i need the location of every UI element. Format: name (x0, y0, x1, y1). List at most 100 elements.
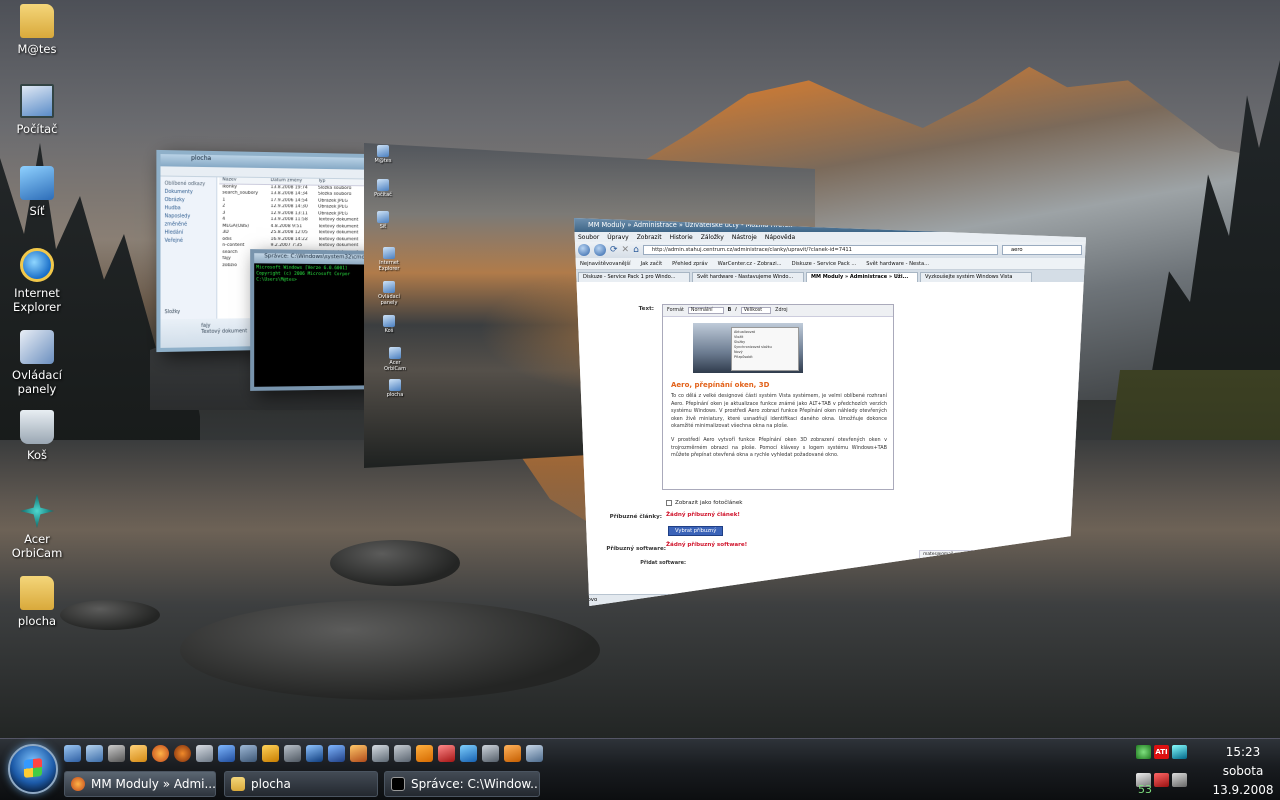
diamond-icon[interactable] (284, 745, 301, 762)
explorer-breadcrumb[interactable]: plocha (191, 155, 211, 162)
browser-tab[interactable]: Diskuze - Service Pack 1 pro Windo... (578, 272, 690, 282)
scissors-icon[interactable] (438, 745, 455, 762)
network-icon (20, 166, 54, 200)
menu-item-edit[interactable]: Úpravy (607, 234, 628, 241)
select-related-button[interactable]: Vybrat příbuzný (668, 526, 724, 536)
column-header-name[interactable]: Název (222, 177, 270, 183)
desktop-icon-control-panel[interactable]: Ovládací panely (6, 330, 68, 396)
rich-text-editor[interactable]: Formát Normální B I Velikost Zdroj Aktua… (662, 304, 894, 490)
bookmark-item[interactable]: Jak začít (641, 261, 663, 267)
settings-icon[interactable] (372, 745, 389, 762)
tools-icon[interactable] (262, 745, 279, 762)
browser-icon[interactable] (174, 745, 191, 762)
desktop-icon-plocha[interactable]: plocha (6, 576, 68, 628)
show-desktop-icon[interactable] (64, 745, 81, 762)
sidebar-item[interactable]: Hledání (165, 230, 213, 238)
bookmark-item[interactable]: Diskuze - Service Pack ... (792, 261, 857, 267)
pen-icon[interactable] (240, 745, 257, 762)
browser-tab[interactable]: Vyzkoušejte systém Windows Vista (920, 272, 1032, 282)
menu-item-tools[interactable]: Nástroje (732, 234, 757, 241)
volume-icon[interactable] (1172, 772, 1187, 787)
taskbar-button-firefox[interactable]: MM Moduly » Admi... (64, 771, 216, 797)
back-arrow-icon[interactable] (578, 244, 590, 256)
menu-item-bookmarks[interactable]: Záložky (701, 234, 724, 241)
folder-icon (389, 379, 401, 391)
preview-icon-label: Ovládací panely (378, 294, 400, 306)
sync-icon[interactable] (1172, 745, 1187, 759)
arrows-icon[interactable] (1154, 772, 1169, 787)
source-button[interactable]: Zdroj (775, 308, 787, 313)
menu-item-file[interactable]: Soubor (578, 234, 599, 241)
lightning-icon[interactable] (460, 745, 477, 762)
drive-icon[interactable] (108, 745, 125, 762)
size-select[interactable]: Velikost (740, 307, 772, 314)
photo-article-label: Zobrazit jako fotočlánek (675, 500, 743, 506)
preview-icon: Koš (372, 315, 406, 334)
desktop-icon-internet-explorer[interactable]: Internet Explorer (6, 248, 68, 314)
desktop-icon-label: Síť (29, 204, 45, 218)
mail-icon[interactable] (328, 745, 345, 762)
desktop-icon-orbicam[interactable]: Acer OrbiCam (6, 494, 68, 560)
browser-tab[interactable]: Svět hardware - Nastavujeme Windo... (692, 272, 804, 282)
bookmark-item[interactable]: Přehled zpráv (672, 261, 708, 267)
desktop-icon-computer[interactable]: Počítač (6, 84, 68, 136)
desktop-icon-label: Internet Explorer (13, 286, 61, 314)
ati-icon[interactable]: ATI (1154, 745, 1169, 759)
taskbar-button-cmd[interactable]: Správce: C:\Window... (384, 771, 540, 797)
gear-status-icon[interactable] (1136, 745, 1151, 759)
browser-tab-active[interactable]: MM Moduly » Administrace » Uži... (806, 272, 918, 282)
photo-article-checkbox[interactable] (666, 500, 672, 506)
start-button[interactable] (8, 744, 58, 794)
column-header-type[interactable]: Typ (318, 179, 365, 185)
editor-toolbar: Formát Normální B I Velikost Zdroj (663, 305, 893, 317)
bookmark-item[interactable]: Nejnavštěvovanější (580, 261, 631, 267)
vlc-icon[interactable] (416, 745, 433, 762)
format-label: Formát (667, 308, 684, 313)
desktop-icon-mates[interactable]: M@tes (6, 4, 68, 56)
column-header-date[interactable]: Datum změny (271, 178, 318, 184)
network-icon (377, 211, 389, 223)
hash-icon[interactable] (504, 745, 521, 762)
cube-icon[interactable] (394, 745, 411, 762)
desktop-icon-label: M@tes (17, 42, 57, 56)
menu-item-help[interactable]: Nápověda (765, 234, 795, 241)
menu-item-history[interactable]: Historie (670, 234, 693, 241)
cmd-console[interactable]: Microsoft Windows [Verze 6.0.6001] Copyri… (254, 263, 378, 286)
cmd-window[interactable]: Správce: C:\Windows\system32\cmd.exe Mic… (250, 249, 383, 391)
sidebar-item[interactable]: Naposledy změněné (165, 213, 213, 230)
bookmark-item[interactable]: Svět hardware - Nesta... (866, 261, 929, 267)
sidebar-folders[interactable]: Složky (165, 309, 181, 317)
stop-icon[interactable]: ✕ (622, 245, 630, 255)
menu-item-view[interactable]: Zobrazit (637, 234, 662, 241)
bookmark-item[interactable]: WarCenter.cz - Zobrazi... (718, 261, 782, 267)
related-software-value: Žádný příbuzný software! (666, 542, 748, 548)
internet-explorer-icon (20, 248, 54, 282)
clock[interactable]: 15:23 sobota 13.9.2008 (1210, 743, 1276, 800)
desktop-icon-recycle-bin[interactable]: Koš (6, 410, 68, 462)
reload-icon[interactable]: ⟳ (610, 245, 618, 255)
switch-windows-icon[interactable] (86, 745, 103, 762)
bold-icon[interactable]: B (728, 308, 732, 313)
firefox-icon[interactable] (152, 745, 169, 762)
taskbar-button-plocha[interactable]: plocha (224, 771, 378, 797)
italic-icon[interactable]: I (735, 308, 736, 313)
sidebar-item[interactable]: Veřejné (165, 238, 213, 246)
home-icon[interactable]: ⌂ (633, 245, 639, 255)
floppy-icon[interactable] (196, 745, 213, 762)
recycle-bin-icon (383, 315, 395, 327)
tool-icon[interactable] (218, 745, 235, 762)
gift-icon[interactable] (350, 745, 367, 762)
text-field-label: Text: (638, 306, 654, 312)
media-player-icon[interactable] (130, 745, 147, 762)
explorer-sidebar: Oblíbené odkazy Dokumenty Obrázky Hudba … (160, 176, 218, 320)
desktop-icon-network[interactable]: Síť (6, 166, 68, 218)
format-select[interactable]: Normální (687, 307, 724, 314)
address-bar[interactable]: http://admin.stahuj.centrum.cz/administr… (642, 245, 998, 255)
desktop-icon-label: Ovládací panely (12, 368, 62, 396)
network-tool-icon[interactable] (526, 745, 543, 762)
forward-arrow-icon[interactable] (594, 244, 606, 256)
wave-icon[interactable] (306, 745, 323, 762)
grid-icon[interactable] (482, 745, 499, 762)
search-box[interactable]: aero (1002, 245, 1082, 255)
firefox-nav-bar: ⟳ ✕ ⌂ http://admin.stahuj.centrum.cz/adm… (574, 242, 1086, 258)
